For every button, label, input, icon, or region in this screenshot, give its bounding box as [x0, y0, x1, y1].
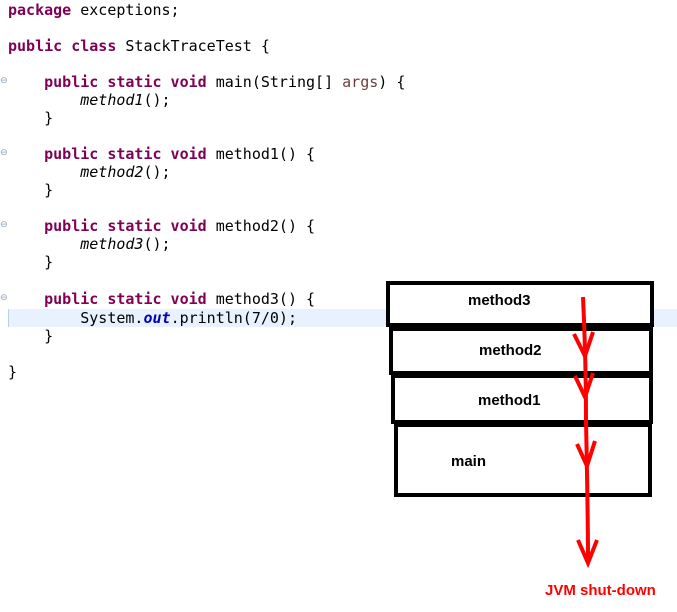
arrow-shaft	[581, 296, 590, 561]
jvm-shutdown-label: JVM shut-down	[545, 582, 656, 599]
unwind-arrow	[572, 296, 599, 569]
code-editor[interactable]: ⊖ ⊖ ⊖ ⊖ package exceptions; public class…	[0, 0, 677, 612]
